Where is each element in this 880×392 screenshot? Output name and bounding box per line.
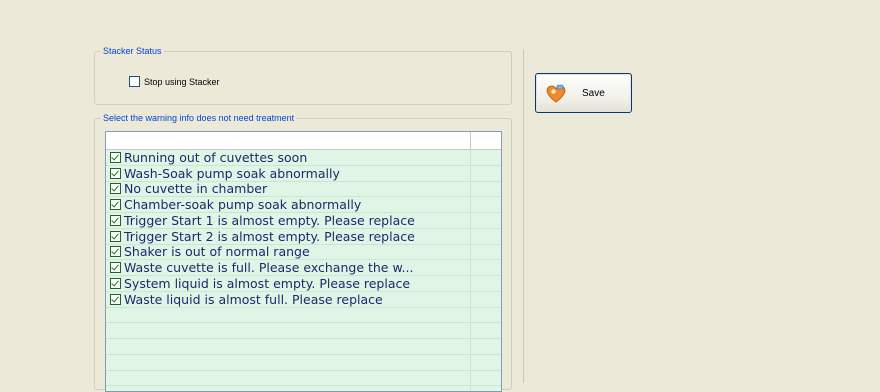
save-button[interactable]: Save bbox=[535, 73, 632, 113]
column-grid-line bbox=[470, 150, 471, 391]
warning-checkbox[interactable] bbox=[110, 151, 121, 163]
empty-list-row bbox=[106, 308, 501, 324]
empty-list-row bbox=[106, 323, 501, 339]
warning-item-label: System liquid is almost empty. Please re… bbox=[124, 275, 411, 291]
warning-info-title: Select the warning info does not need tr… bbox=[101, 112, 297, 124]
warning-list-item[interactable]: System liquid is almost empty. Please re… bbox=[106, 276, 501, 292]
warning-list-item[interactable]: Waste liquid is almost full. Please repl… bbox=[106, 292, 501, 308]
warning-item-label: Running out of cuvettes soon bbox=[124, 149, 308, 165]
heart-save-icon bbox=[546, 84, 566, 103]
warning-item-label: Shaker is out of normal range bbox=[124, 244, 310, 260]
warning-checkbox[interactable] bbox=[110, 167, 121, 179]
warning-checkbox[interactable] bbox=[110, 183, 121, 195]
warning-list-item[interactable]: Shaker is out of normal range bbox=[106, 244, 501, 261]
stop-stacker-label: Stop using Stacker bbox=[144, 76, 220, 87]
warning-checkbox[interactable] bbox=[110, 214, 121, 226]
warning-item-label: Wash-Soak pump soak abnormally bbox=[124, 165, 340, 181]
settings-panel: Stacker Status Stop using Stacker Select… bbox=[92, 44, 512, 392]
empty-list-row bbox=[106, 371, 501, 387]
warning-list-body: Running out of cuvettes soon Wash-Soak pu… bbox=[106, 150, 501, 391]
list-header bbox=[106, 132, 501, 150]
warning-list-item[interactable]: Chamber-soak pump soak abnormally bbox=[106, 197, 501, 213]
warning-list-item[interactable]: Running out of cuvettes soon bbox=[106, 150, 501, 166]
stop-stacker-checkbox-row[interactable]: Stop using Stacker bbox=[129, 76, 220, 87]
warning-checkbox[interactable] bbox=[110, 199, 121, 211]
panel-separator bbox=[523, 50, 524, 383]
warning-item-label: Waste liquid is almost full. Please repl… bbox=[124, 291, 383, 307]
warning-list-item[interactable]: Trigger Start 1 is almost empty. Please … bbox=[106, 213, 501, 229]
warning-item-label: Waste cuvette is full. Please exchange t… bbox=[124, 260, 414, 276]
warning-item-label: Chamber-soak pump soak abnormally bbox=[124, 197, 362, 213]
warning-item-label: Trigger Start 2 is almost empty. Please … bbox=[124, 228, 415, 244]
warning-info-group: Select the warning info does not need tr… bbox=[94, 112, 512, 392]
warning-checkbox[interactable] bbox=[110, 246, 121, 258]
warning-list[interactable]: Running out of cuvettes soon Wash-Soak pu… bbox=[105, 131, 502, 392]
warning-checkbox[interactable] bbox=[110, 293, 121, 305]
warning-item-label: Trigger Start 1 is almost empty. Please … bbox=[124, 212, 415, 228]
warning-checkbox[interactable] bbox=[110, 230, 121, 242]
save-button-label: Save bbox=[582, 87, 605, 99]
warning-list-item[interactable]: No cuvette in chamber bbox=[106, 181, 501, 198]
warning-checkbox[interactable] bbox=[110, 277, 121, 289]
warning-list-item[interactable]: Waste cuvette is full. Please exchange t… bbox=[106, 260, 501, 276]
warning-list-item[interactable]: Trigger Start 2 is almost empty. Please … bbox=[106, 229, 501, 245]
stop-stacker-checkbox[interactable] bbox=[129, 76, 140, 87]
empty-list-row bbox=[106, 339, 501, 355]
stacker-status-title: Stacker Status bbox=[101, 45, 164, 57]
warning-list-item[interactable]: Wash-Soak pump soak abnormally bbox=[106, 166, 501, 182]
warning-checkbox[interactable] bbox=[110, 262, 121, 274]
warning-item-label: No cuvette in chamber bbox=[124, 181, 268, 197]
empty-list-row bbox=[106, 355, 501, 371]
column-divider[interactable] bbox=[470, 132, 471, 149]
stacker-status-group: Stacker Status Stop using Stacker bbox=[94, 45, 512, 105]
